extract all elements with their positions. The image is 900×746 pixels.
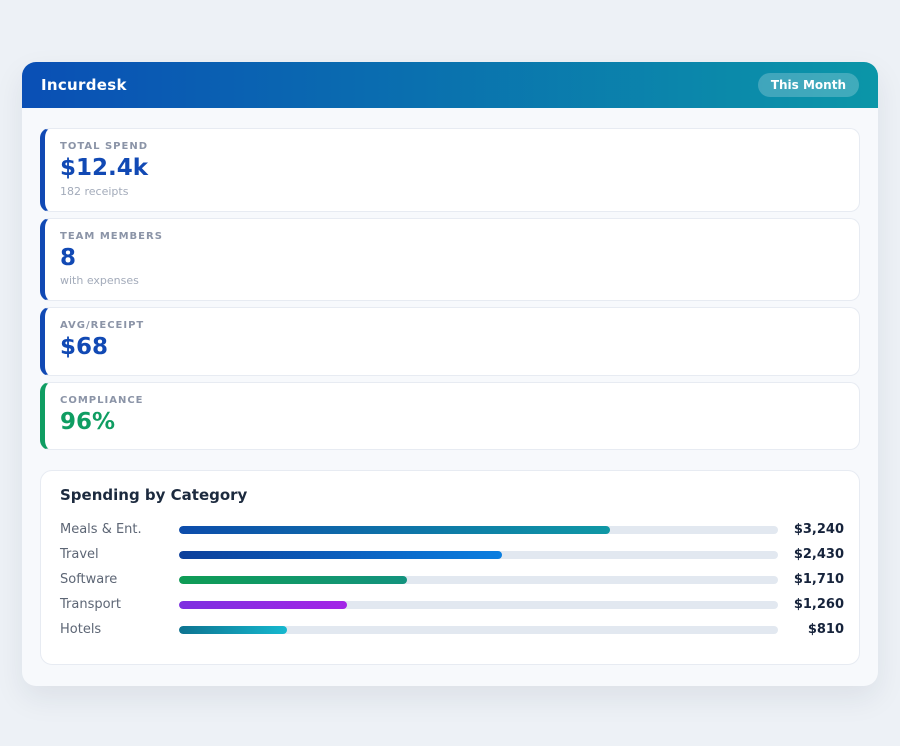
dashboard-body: TOTAL SPEND $12.4k 182 receipts TEAM MEM… bbox=[22, 108, 878, 686]
bar-track bbox=[179, 526, 778, 534]
stat-subtext: with expenses bbox=[60, 274, 841, 287]
chart-title: Spending by Category bbox=[60, 486, 844, 504]
stat-label: TOTAL SPEND bbox=[60, 141, 841, 152]
stat-value: $68 bbox=[60, 334, 841, 362]
category-label: Transport bbox=[60, 597, 179, 612]
stat-subtext: 182 receipts bbox=[60, 185, 841, 198]
app-header: Incurdesk This Month bbox=[22, 62, 878, 108]
stat-value: $12.4k bbox=[60, 155, 841, 183]
app-title: Incurdesk bbox=[41, 76, 127, 94]
stat-label: TEAM MEMBERS bbox=[60, 231, 841, 242]
bar-fill bbox=[179, 626, 287, 634]
bar-track bbox=[179, 626, 778, 634]
chart-row-software: Software $1,710 bbox=[60, 567, 844, 592]
bar-fill bbox=[179, 576, 407, 584]
stat-value: 8 bbox=[60, 245, 841, 273]
category-label: Hotels bbox=[60, 622, 179, 637]
stat-value: 96% bbox=[60, 409, 841, 437]
bar-fill bbox=[179, 601, 347, 609]
chart-row-travel: Travel $2,430 bbox=[60, 542, 844, 567]
category-value: $2,430 bbox=[778, 547, 844, 562]
chart-row-transport: Transport $1,260 bbox=[60, 592, 844, 617]
category-value: $3,240 bbox=[778, 522, 844, 537]
period-badge[interactable]: This Month bbox=[758, 73, 859, 97]
category-label: Travel bbox=[60, 547, 179, 562]
stat-card-team-members: TEAM MEMBERS 8 with expenses bbox=[40, 218, 860, 302]
bar-track bbox=[179, 576, 778, 584]
bar-fill bbox=[179, 526, 610, 534]
chart-row-meals: Meals & Ent. $3,240 bbox=[60, 517, 844, 542]
bar-track bbox=[179, 601, 778, 609]
bar-track bbox=[179, 551, 778, 559]
stat-card-total-spend: TOTAL SPEND $12.4k 182 receipts bbox=[40, 128, 860, 212]
category-value: $810 bbox=[778, 622, 844, 637]
stat-card-compliance: COMPLIANCE 96% bbox=[40, 382, 860, 451]
bar-fill bbox=[179, 551, 502, 559]
dashboard-panel: Incurdesk This Month TOTAL SPEND $12.4k … bbox=[22, 62, 878, 686]
category-label: Meals & Ent. bbox=[60, 522, 179, 537]
stat-label: AVG/RECEIPT bbox=[60, 320, 841, 331]
spending-by-category-chart: Spending by Category Meals & Ent. $3,240… bbox=[40, 470, 860, 665]
chart-row-hotels: Hotels $810 bbox=[60, 617, 844, 642]
category-value: $1,260 bbox=[778, 597, 844, 612]
stat-card-avg-receipt: AVG/RECEIPT $68 bbox=[40, 307, 860, 376]
category-label: Software bbox=[60, 572, 179, 587]
stat-label: COMPLIANCE bbox=[60, 395, 841, 406]
category-value: $1,710 bbox=[778, 572, 844, 587]
